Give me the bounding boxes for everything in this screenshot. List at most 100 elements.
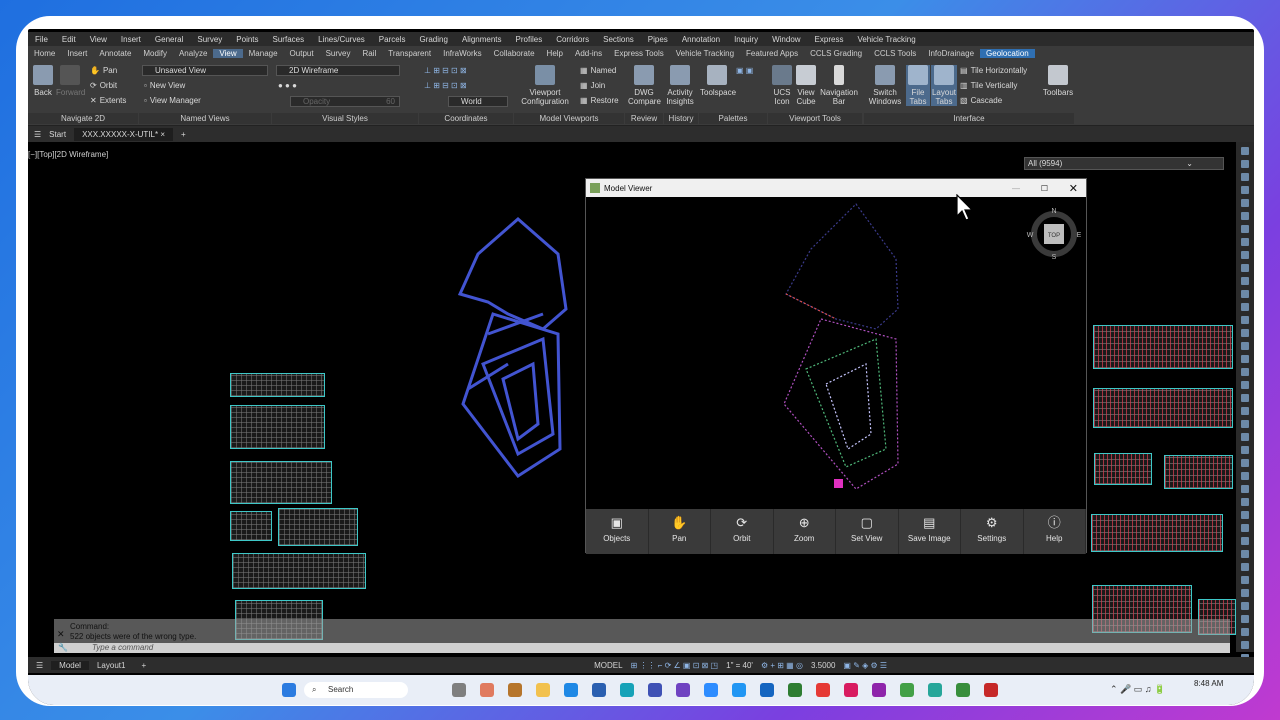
task-view-icon[interactable] bbox=[452, 683, 466, 697]
nav-tool-icon[interactable] bbox=[1241, 563, 1249, 571]
activity-insights-button[interactable]: Activity Insights bbox=[665, 65, 695, 106]
nav-tool-icon[interactable] bbox=[1241, 173, 1249, 181]
ucs-icon-button[interactable]: UCS Icon bbox=[771, 65, 793, 106]
nav-tool-icon[interactable] bbox=[1241, 576, 1249, 584]
precision-value[interactable]: 3.5000 bbox=[807, 661, 839, 670]
ribbon-tab[interactable]: Annotate bbox=[93, 49, 137, 58]
ribbon-tab[interactable]: Help bbox=[541, 49, 569, 58]
ribbon-tab[interactable]: View bbox=[213, 48, 243, 58]
model-layout-tab[interactable]: Model bbox=[51, 660, 89, 670]
menu-item[interactable]: Express bbox=[808, 35, 851, 44]
model-space-toggle[interactable]: MODEL bbox=[590, 661, 626, 670]
save-image-button[interactable]: ▤ Save Image bbox=[899, 509, 961, 554]
nav-tool-icon[interactable] bbox=[1241, 589, 1249, 597]
clock[interactable]: 8:48 AM bbox=[1194, 679, 1223, 688]
settings-button[interactable]: ⚙ Settings bbox=[961, 509, 1024, 554]
nav-tool-icon[interactable] bbox=[1241, 264, 1249, 272]
zoom-button[interactable]: ⊕ Zoom bbox=[774, 509, 836, 554]
file-tabs-button[interactable]: File Tabs bbox=[906, 65, 930, 106]
app-icon[interactable] bbox=[872, 683, 886, 697]
model-viewer-titlebar[interactable]: Model Viewer — ☐ ✕ bbox=[586, 179, 1086, 197]
ribbon-tab[interactable]: CCLS Tools bbox=[868, 49, 922, 58]
extents-button[interactable]: ✕ Extents bbox=[90, 96, 126, 105]
nav-tool-icon[interactable] bbox=[1241, 459, 1249, 467]
switch-windows-button[interactable]: Switch Windows bbox=[868, 65, 902, 106]
ribbon-tab[interactable]: Analyze bbox=[173, 49, 213, 58]
status-extra-icons[interactable]: ▣ ✎ ◈ ⚙ ☰ bbox=[839, 661, 891, 670]
menu-item[interactable]: File bbox=[28, 35, 55, 44]
nav-tool-icon[interactable] bbox=[1241, 524, 1249, 532]
ribbon-tab[interactable]: Survey bbox=[320, 49, 357, 58]
viewport-label[interactable]: [−][Top][2D Wireframe] bbox=[28, 150, 108, 159]
menu-item[interactable]: General bbox=[148, 35, 190, 44]
menu-item[interactable]: Grading bbox=[412, 35, 454, 44]
ribbon-tab[interactable]: Insert bbox=[61, 49, 93, 58]
close-tab-icon[interactable]: × bbox=[160, 130, 165, 139]
join-button[interactable]: ▦ Join bbox=[580, 81, 605, 90]
nav-tool-icon[interactable] bbox=[1241, 628, 1249, 636]
drafting-toggles[interactable]: ⊞ ⋮⋮ ⌐ ⟳ ∠ ▣ ⊡ ⊠ ◳ bbox=[627, 661, 723, 670]
new-view-button[interactable]: ▫ New View bbox=[144, 81, 185, 90]
nav-tool-icon[interactable] bbox=[1241, 329, 1249, 337]
named-viewports-button[interactable]: ▦ Named bbox=[580, 66, 616, 75]
menu-item[interactable]: Survey bbox=[190, 35, 229, 44]
ribbon-tab[interactable]: CCLS Grading bbox=[804, 49, 868, 58]
annotation-scale[interactable]: 1" = 40' bbox=[722, 661, 757, 670]
nav-tool-icon[interactable] bbox=[1241, 511, 1249, 519]
menu-item[interactable]: Vehicle Tracking bbox=[850, 35, 922, 44]
palette-toggles[interactable]: ▣ ▣ bbox=[736, 66, 753, 75]
viewport-configuration-button[interactable]: Viewport Configuration bbox=[520, 65, 570, 106]
nav-tool-icon[interactable] bbox=[1241, 485, 1249, 493]
model-viewer-window[interactable]: Model Viewer — ☐ ✕ TOP N S E W ▣ Objects… bbox=[585, 178, 1087, 554]
pan-button[interactable]: ✋ Pan bbox=[90, 66, 117, 75]
close-icon[interactable]: ✕ bbox=[1069, 182, 1078, 195]
ribbon-tab[interactable]: InfoDrainage bbox=[922, 49, 980, 58]
nav-tool-icon[interactable] bbox=[1241, 186, 1249, 194]
nav-tool-icon[interactable] bbox=[1241, 550, 1249, 558]
menu-item[interactable]: Corridors bbox=[549, 35, 596, 44]
teams-icon[interactable] bbox=[676, 683, 690, 697]
orbit-button[interactable]: ⟳ Orbit bbox=[711, 509, 774, 554]
nav-tool-icon[interactable] bbox=[1241, 615, 1249, 623]
settings-app-icon[interactable] bbox=[564, 683, 578, 697]
orbit-button[interactable]: ⟳ Orbit bbox=[90, 81, 117, 90]
new-tab-icon[interactable]: + bbox=[181, 130, 186, 139]
chrome-icon[interactable] bbox=[816, 683, 830, 697]
nav-tool-icon[interactable] bbox=[1241, 238, 1249, 246]
start-tab[interactable]: Start bbox=[49, 130, 66, 139]
autocad-icon[interactable] bbox=[984, 683, 998, 697]
menu-item[interactable]: Window bbox=[765, 35, 807, 44]
ribbon-tab[interactable]: InfraWorks bbox=[437, 49, 488, 58]
app-icon[interactable] bbox=[956, 683, 970, 697]
vscode-icon[interactable] bbox=[592, 683, 606, 697]
nav-tool-icon[interactable] bbox=[1241, 277, 1249, 285]
nav-tool-icon[interactable] bbox=[1241, 446, 1249, 454]
shading-controls[interactable]: ● ● ● bbox=[278, 81, 297, 90]
ribbon-tab[interactable]: Featured Apps bbox=[740, 49, 804, 58]
menu-icon[interactable]: ☰ bbox=[28, 661, 51, 670]
menu-item[interactable]: Annotation bbox=[675, 35, 727, 44]
menu-item[interactable]: Sections bbox=[596, 35, 641, 44]
view-selector[interactable]: Unsaved View bbox=[142, 65, 268, 76]
nav-tool-icon[interactable] bbox=[1241, 472, 1249, 480]
ribbon-tab[interactable]: Manage bbox=[243, 49, 284, 58]
nav-tool-icon[interactable] bbox=[1241, 342, 1249, 350]
layout-tabs-button[interactable]: Layout Tabs bbox=[931, 65, 957, 106]
nav-tool-icon[interactable] bbox=[1241, 147, 1249, 155]
store-icon[interactable] bbox=[508, 683, 522, 697]
app-icon[interactable] bbox=[900, 683, 914, 697]
app-icon[interactable] bbox=[732, 683, 746, 697]
nav-tool-icon[interactable] bbox=[1241, 368, 1249, 376]
excel-icon[interactable] bbox=[788, 683, 802, 697]
ucs-world-selector[interactable]: World bbox=[448, 96, 508, 107]
nav-tool-icon[interactable] bbox=[1241, 394, 1249, 402]
nav-tool-icon[interactable] bbox=[1241, 381, 1249, 389]
layout1-tab[interactable]: Layout1 bbox=[89, 661, 133, 670]
ribbon-tab[interactable]: Output bbox=[284, 49, 320, 58]
visual-style-selector[interactable]: 2D Wireframe bbox=[276, 65, 400, 76]
drawing-tab[interactable]: XXX.XXXXX-X-UTIL* × bbox=[74, 127, 174, 141]
ribbon-tab[interactable]: Transparent bbox=[382, 49, 437, 58]
nav-tool-icon[interactable] bbox=[1241, 420, 1249, 428]
ribbon-tab[interactable]: Collaborate bbox=[488, 49, 541, 58]
menu-item[interactable]: Profiles bbox=[509, 35, 550, 44]
